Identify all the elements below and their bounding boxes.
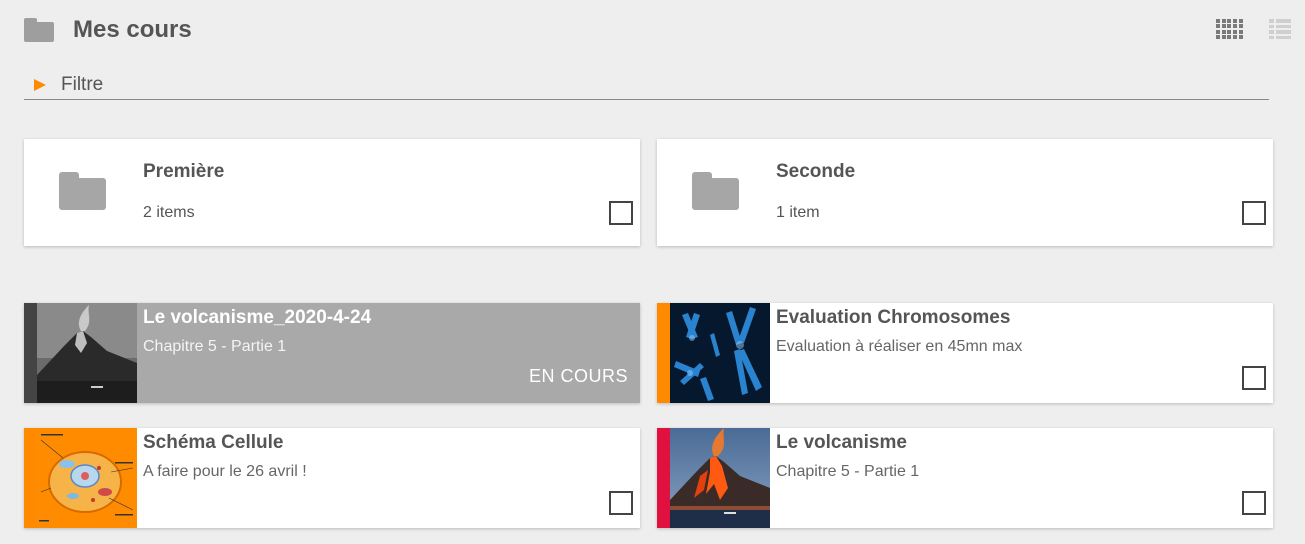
folder-icon: [59, 172, 106, 210]
folder-icon: [24, 18, 54, 42]
status-badge: EN COURS: [528, 366, 628, 386]
cell-diagram-image: [37, 428, 137, 528]
grid-view-icon[interactable]: [1216, 19, 1243, 40]
view-toggles: [1216, 19, 1291, 40]
course-subtitle: Chapitre 5 - Partie 1: [776, 463, 920, 480]
folder-item-count: 2 items: [143, 204, 195, 221]
course-title: Le volcanisme: [776, 432, 907, 453]
list-view-icon[interactable]: [1269, 19, 1291, 39]
chromosomes-image: [670, 303, 770, 403]
select-checkbox[interactable]: [1242, 491, 1266, 515]
course-title: Le volcanisme_2020-4-24: [143, 307, 372, 328]
course-card-evaluation-chromosomes[interactable]: Evaluation Chromosomes Evaluation à réal…: [657, 303, 1273, 403]
filter-toggle[interactable]: Filtre: [24, 70, 1269, 100]
course-title: Schéma Cellule: [143, 432, 284, 453]
select-checkbox[interactable]: [1242, 201, 1266, 225]
course-subtitle: Evaluation à réaliser en 45mn max: [776, 338, 1023, 355]
page-title: Mes cours: [73, 16, 192, 43]
folder-item-count: 1 item: [776, 204, 820, 221]
folder-title: Seconde: [776, 161, 856, 182]
course-card-volcanisme[interactable]: Le volcanisme Chapitre 5 - Partie 1: [657, 428, 1273, 528]
volcano-grayscale-image: [37, 303, 137, 403]
filter-label: Filtre: [61, 73, 104, 95]
select-checkbox[interactable]: [609, 201, 633, 225]
course-color-stripe: [24, 428, 37, 528]
folder-card-premiere[interactable]: Première 2 items: [24, 139, 640, 246]
course-color-stripe: [24, 303, 37, 403]
triangle-right-icon: [34, 78, 46, 91]
select-checkbox[interactable]: [1242, 366, 1266, 390]
course-card-volcanisme-2020[interactable]: Le volcanisme_2020-4-24 Chapitre 5 - Par…: [24, 303, 640, 403]
course-color-stripe: [657, 428, 670, 528]
course-title: Evaluation Chromosomes: [776, 307, 1011, 328]
course-card-schema-cellule[interactable]: Schéma Cellule A faire pour le 26 avril …: [24, 428, 640, 528]
course-subtitle: Chapitre 5 - Partie 1: [143, 338, 287, 355]
folder-card-seconde[interactable]: Seconde 1 item: [657, 139, 1273, 246]
select-checkbox[interactable]: [609, 491, 633, 515]
course-color-stripe: [657, 303, 670, 403]
volcano-color-image: [670, 428, 770, 528]
folder-icon: [692, 172, 739, 210]
course-subtitle: A faire pour le 26 avril !: [143, 463, 307, 480]
page-header: Mes cours: [24, 14, 192, 46]
folder-title: Première: [143, 161, 225, 182]
